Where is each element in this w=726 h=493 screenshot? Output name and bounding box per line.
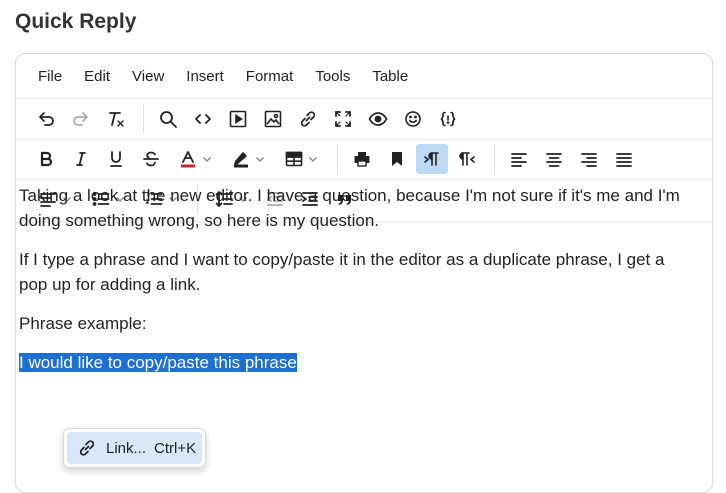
editor-content[interactable]: Taking a look at the new editor. I have … bbox=[19, 183, 689, 389]
toolbar-row-1 bbox=[16, 99, 712, 138]
source-code-icon bbox=[195, 113, 211, 124]
strikethrough-icon bbox=[143, 151, 159, 167]
emoticons-icon bbox=[405, 110, 421, 127]
image-icon bbox=[264, 110, 282, 127]
justify-icon bbox=[616, 153, 632, 167]
template-button[interactable] bbox=[432, 104, 464, 134]
paragraph: If I type a phrase and I want to copy/pa… bbox=[19, 250, 665, 294]
paragraph: Taking a look at the new editor. I have … bbox=[19, 186, 680, 230]
context-menu-label: Link... bbox=[106, 439, 147, 457]
chevron-down-icon bbox=[309, 157, 317, 162]
ltr-icon bbox=[424, 152, 439, 166]
menu-edit[interactable]: Edit bbox=[84, 68, 110, 85]
toolbar-separator bbox=[143, 103, 144, 134]
clear-formatting-button[interactable] bbox=[100, 104, 132, 134]
preview-button[interactable] bbox=[362, 104, 394, 134]
print-icon bbox=[354, 152, 370, 167]
emoticons-button[interactable] bbox=[397, 104, 429, 134]
align-left-icon bbox=[511, 153, 527, 167]
page-title: Quick Reply bbox=[15, 10, 137, 33]
anchor-button[interactable] bbox=[381, 144, 413, 174]
italic-icon bbox=[76, 152, 86, 166]
menu-tools[interactable]: Tools bbox=[315, 68, 350, 85]
undo-icon bbox=[39, 111, 54, 126]
align-right-icon bbox=[581, 153, 597, 167]
menu-file[interactable]: File bbox=[38, 68, 62, 85]
fullscreen-icon bbox=[335, 110, 351, 127]
rtl-icon bbox=[459, 152, 475, 166]
template-icon bbox=[440, 111, 456, 126]
redo-icon bbox=[73, 111, 88, 126]
link-icon bbox=[300, 110, 316, 127]
context-menu: Link... Ctrl+K bbox=[63, 428, 206, 468]
print-button[interactable] bbox=[346, 144, 378, 174]
menu-table[interactable]: Table bbox=[372, 68, 408, 85]
clear-formatting-icon bbox=[109, 111, 124, 127]
bold-button[interactable] bbox=[30, 144, 62, 174]
menu-view[interactable]: View bbox=[132, 68, 164, 85]
context-menu-shortcut: Ctrl+K bbox=[154, 439, 197, 457]
search-icon bbox=[160, 110, 177, 128]
strikethrough-button[interactable] bbox=[135, 144, 167, 174]
bold-icon bbox=[40, 151, 53, 167]
toolbar-row-2 bbox=[16, 139, 712, 178]
ltr-button[interactable] bbox=[416, 144, 448, 174]
align-center-icon bbox=[546, 153, 562, 167]
context-menu-link-item[interactable]: Link... Ctrl+K bbox=[67, 432, 202, 464]
underline-icon bbox=[110, 151, 122, 167]
table-icon bbox=[285, 151, 303, 167]
paragraph: Phrase example: bbox=[19, 314, 147, 333]
table-button[interactable] bbox=[276, 144, 326, 174]
underline-button[interactable] bbox=[100, 144, 132, 174]
align-center-button[interactable] bbox=[538, 144, 570, 174]
redo-button[interactable] bbox=[65, 104, 97, 134]
menubar: File Edit View Insert Format Tools Table bbox=[16, 54, 712, 98]
chevron-down-icon bbox=[256, 157, 264, 162]
align-left-button[interactable] bbox=[503, 144, 535, 174]
toolbar-separator bbox=[494, 144, 495, 174]
media-icon bbox=[229, 110, 247, 127]
image-button[interactable] bbox=[257, 104, 289, 134]
selected-phrase-paragraph: I would like to copy/paste this phrase bbox=[19, 350, 689, 375]
italic-button[interactable] bbox=[65, 144, 97, 174]
menu-insert[interactable]: Insert bbox=[186, 68, 224, 85]
preview-icon bbox=[368, 111, 388, 126]
text-color-button[interactable] bbox=[170, 144, 220, 174]
link-icon bbox=[79, 440, 95, 456]
justify-button[interactable] bbox=[608, 144, 640, 174]
link-button[interactable] bbox=[292, 104, 324, 134]
anchor-icon bbox=[392, 152, 402, 166]
menu-format[interactable]: Format bbox=[246, 68, 294, 85]
source-code-button[interactable] bbox=[187, 104, 219, 134]
align-right-button[interactable] bbox=[573, 144, 605, 174]
highlight-color-button[interactable] bbox=[223, 144, 273, 174]
fullscreen-button[interactable] bbox=[327, 104, 359, 134]
selected-text[interactable]: I would like to copy/paste this phrase bbox=[19, 353, 297, 372]
media-button[interactable] bbox=[222, 104, 254, 134]
chevron-down-icon bbox=[203, 157, 211, 162]
text-color-icon bbox=[181, 151, 195, 168]
rtl-button[interactable] bbox=[451, 144, 483, 174]
highlight-color-icon bbox=[234, 152, 248, 168]
undo-button[interactable] bbox=[30, 104, 62, 134]
search-button[interactable] bbox=[152, 104, 184, 134]
toolbar-separator bbox=[337, 144, 338, 174]
